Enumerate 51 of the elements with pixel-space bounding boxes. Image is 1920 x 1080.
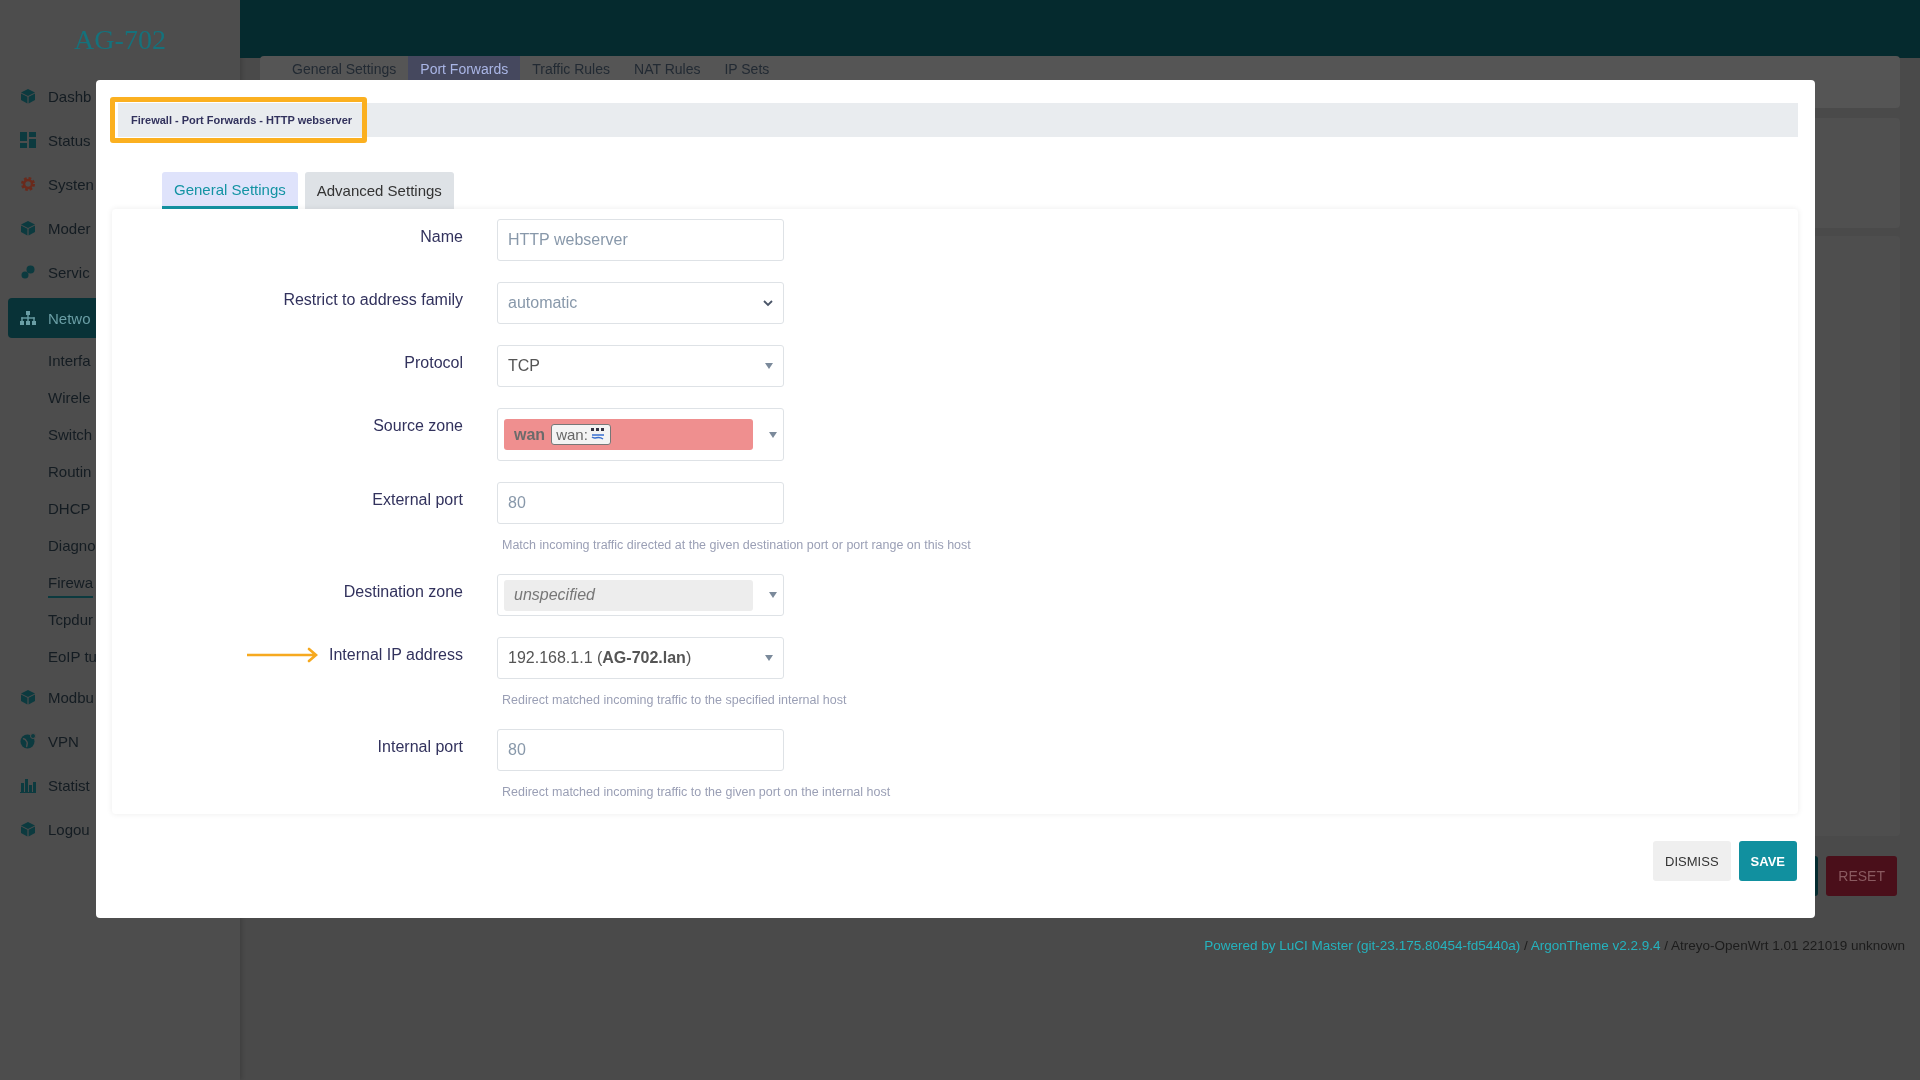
sidebar-subitem[interactable]: Diagno xyxy=(48,533,96,559)
dropdown-field[interactable]: 192.168.1.1 (AG-702.lan) xyxy=(497,637,784,679)
text-field[interactable]: HTTP webserver xyxy=(497,219,784,261)
footer-link[interactable]: Powered by LuCI Master (git-23.175.80454-fd5440a) xyxy=(1204,938,1521,953)
zone-badge: wan wan: xyxy=(504,419,753,450)
sidebar-subitem[interactable]: Interfa xyxy=(48,348,91,374)
sidebar-item[interactable]: Moder xyxy=(8,210,96,246)
sidebar-item[interactable]: Status xyxy=(8,122,96,158)
logo: AG-702 xyxy=(73,23,167,57)
help-text: Redirect matched incoming traffic to the given port on the internal host xyxy=(502,784,891,800)
sidebar-item[interactable]: Netwo xyxy=(8,298,96,338)
zone-dropdown[interactable]: unspecified xyxy=(497,574,784,616)
sidebar-item[interactable]: Statist xyxy=(8,767,96,803)
zone-badge: unspecified xyxy=(504,579,753,611)
help-text: Redirect matched incoming traffic to the specified internal host xyxy=(502,692,847,708)
sidebar-subitem[interactable]: EoIP tu xyxy=(48,644,97,670)
sidebar-item[interactable]: Servic xyxy=(8,254,96,290)
text-field[interactable]: 80 xyxy=(497,482,784,524)
help-text: Match incoming traffic directed at the given destination port or port range on this host xyxy=(502,537,971,553)
field-label: Destination zone xyxy=(343,583,463,601)
sidebar-item[interactable]: Logou xyxy=(8,811,96,847)
dropdown-field[interactable]: TCP xyxy=(497,345,784,387)
sidebar-subitem[interactable]: Tcpdur xyxy=(48,607,94,633)
sidebar-item[interactable]: Systen xyxy=(8,166,96,202)
field-label: Protocol xyxy=(404,354,463,372)
sidebar-subitem[interactable]: Switch xyxy=(48,422,93,448)
sidebar-item[interactable]: Modbu xyxy=(8,679,96,715)
footer-text: / xyxy=(1523,938,1529,953)
field-label: Name xyxy=(420,228,463,246)
save-button[interactable]: SAVE xyxy=(1738,841,1797,881)
breadcrumb: Firewall - Port Forwards - HTTP webserver xyxy=(131,114,353,126)
reset-button[interactable]: RESET xyxy=(1826,856,1897,896)
sidebar-subitem[interactable]: Wirele xyxy=(48,385,91,411)
sidebar-subitem[interactable]: Firewa xyxy=(48,570,93,598)
tab[interactable]: Advanced Settings xyxy=(304,172,454,209)
sidebar-subitem[interactable]: Routin xyxy=(48,459,92,485)
text-field[interactable]: 80 xyxy=(497,729,784,771)
footer-link[interactable]: ArgonTheme v2.2.9.4 xyxy=(1530,938,1661,953)
sidebar-item[interactable]: Dashb xyxy=(8,78,96,114)
sidebar-item[interactable]: VPN xyxy=(8,723,96,759)
select-field[interactable]: automatic xyxy=(497,282,784,324)
field-label: Source zone xyxy=(373,417,463,435)
field-label: Internal IP address xyxy=(329,646,463,664)
field-label: Internal port xyxy=(377,738,463,756)
sidebar-subitem[interactable]: DHCP xyxy=(48,496,91,522)
field-label: Restrict to address family xyxy=(283,291,463,309)
device-chip: wan: xyxy=(551,424,611,445)
zone-dropdown[interactable]: wan wan: xyxy=(497,408,784,461)
field-label: External port xyxy=(372,491,463,509)
tab[interactable]: General Settings xyxy=(162,172,298,209)
dismiss-button[interactable]: DISMISS xyxy=(1653,841,1731,881)
